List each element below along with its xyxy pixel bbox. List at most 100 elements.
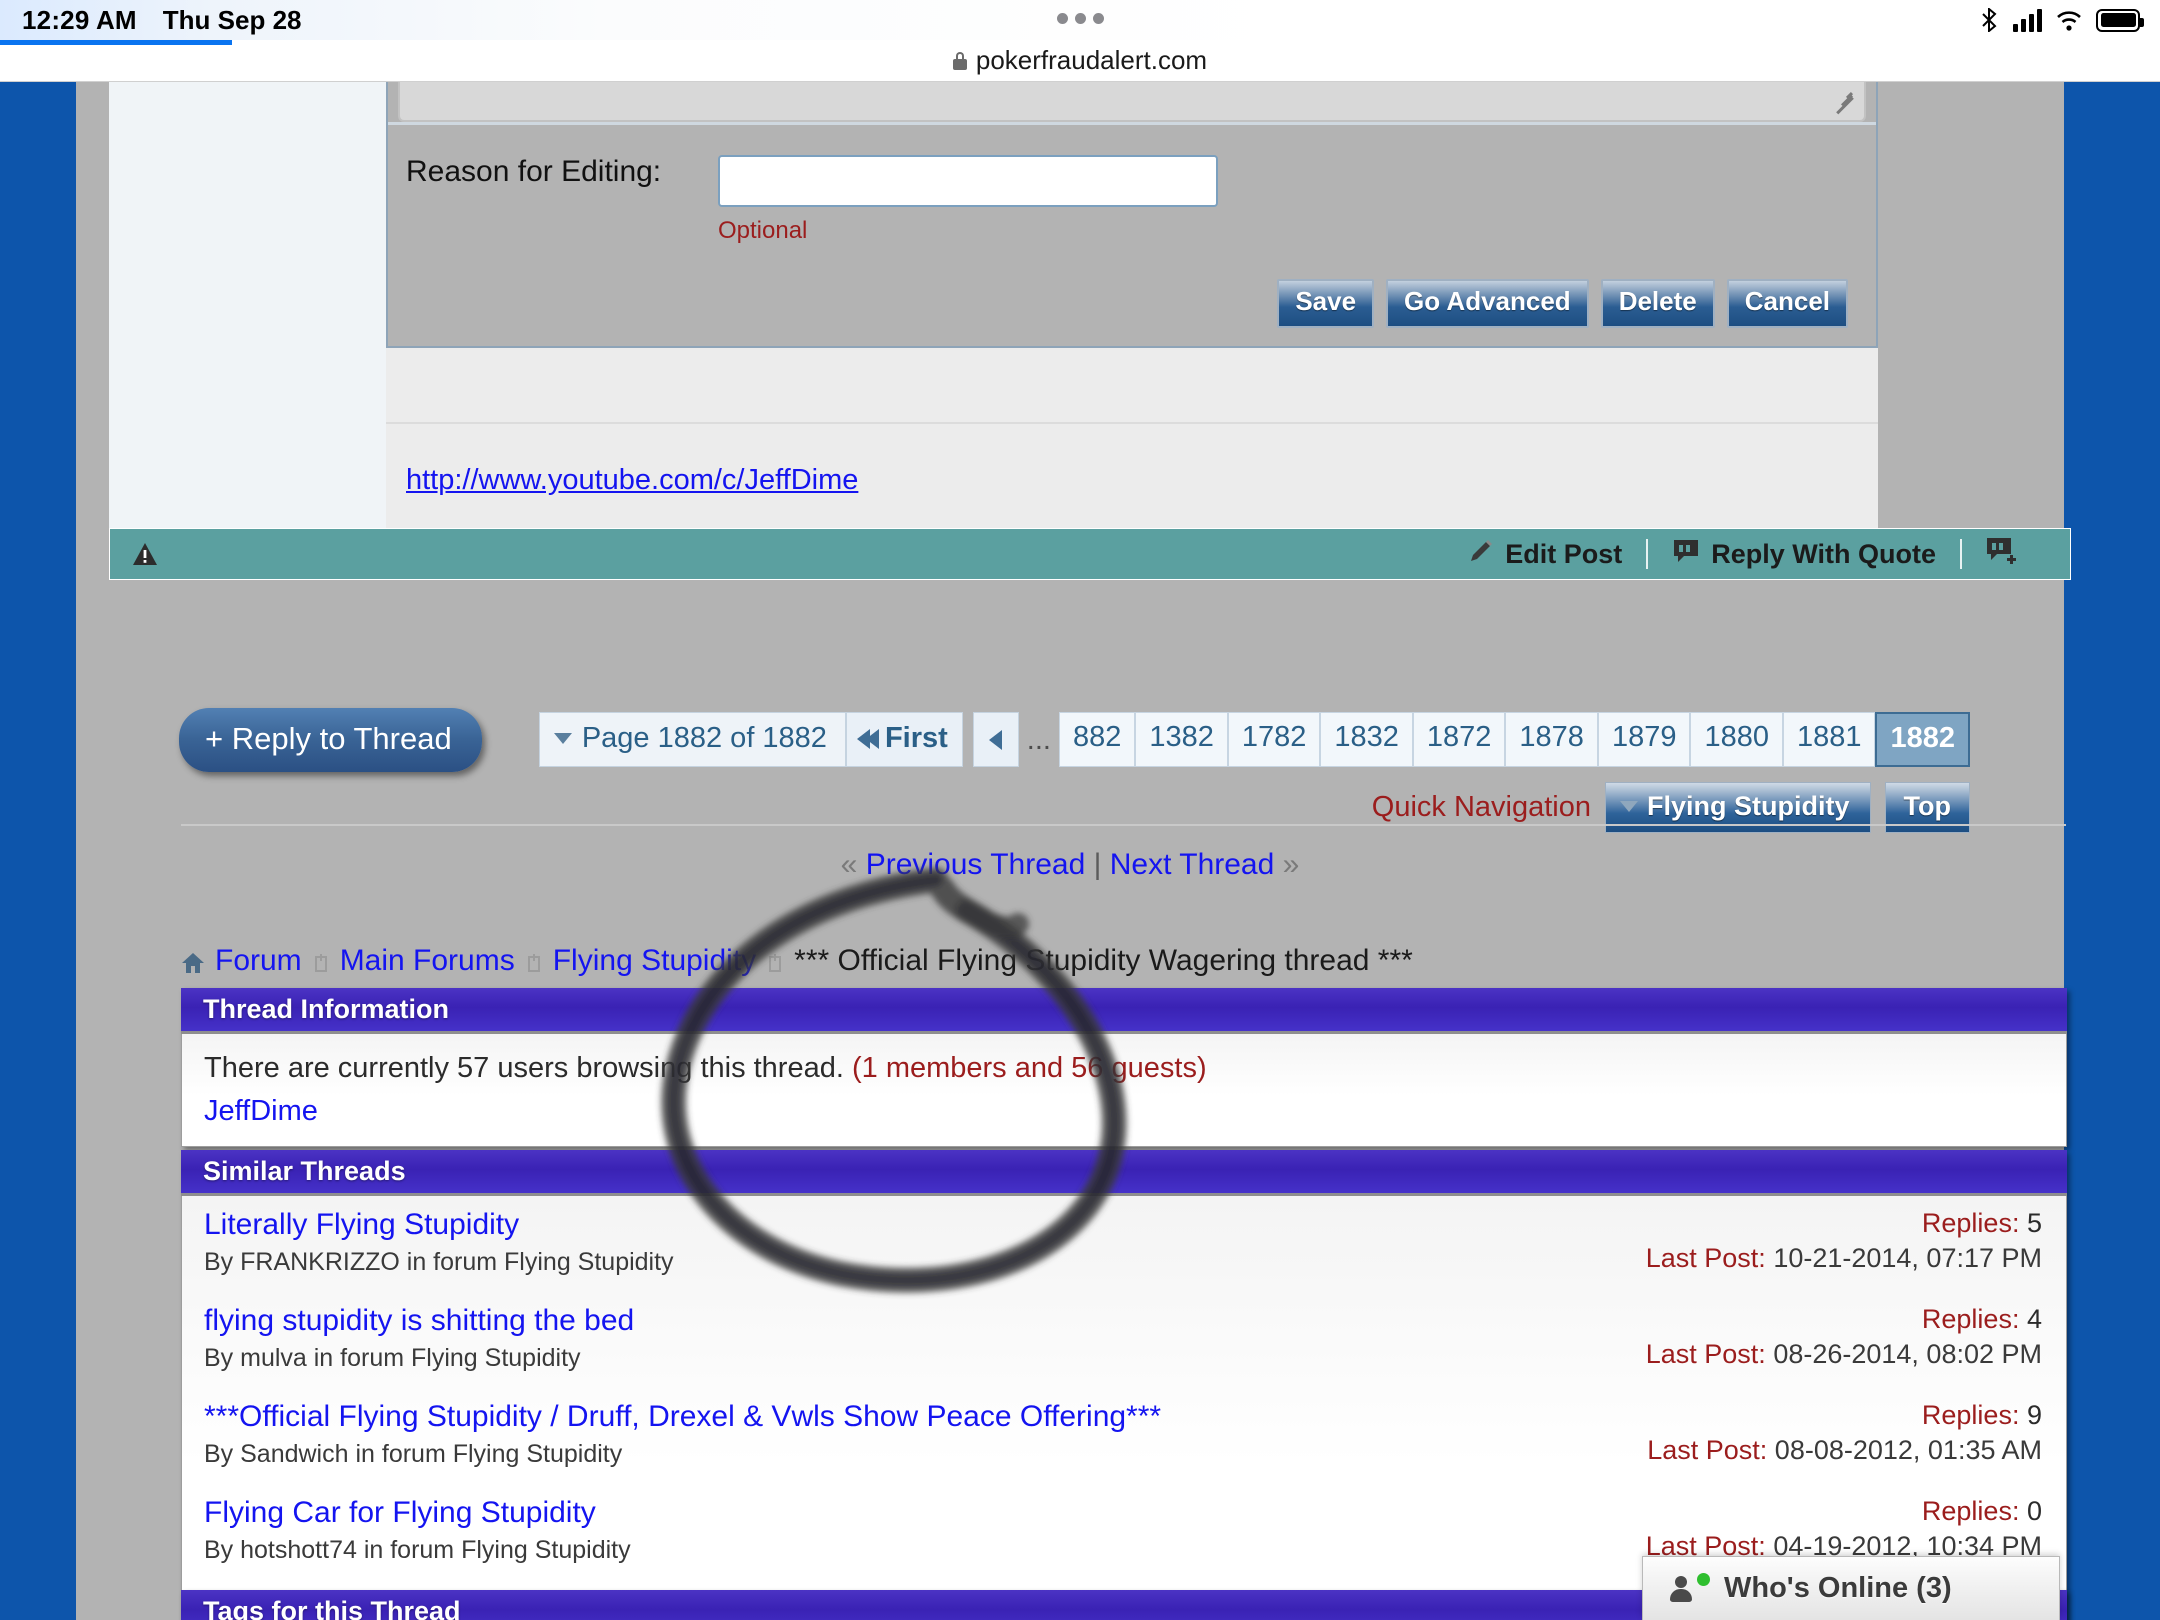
save-button[interactable]: Save bbox=[1277, 279, 1375, 328]
last-post-label: Last Post: bbox=[1647, 1435, 1768, 1465]
reason-for-editing-row: Reason for Editing: Optional bbox=[388, 122, 1876, 279]
edit-form-shell: Reason for Editing: Optional Save Go Adv… bbox=[386, 82, 1878, 348]
page-button-1879[interactable]: 1879 bbox=[1597, 712, 1691, 767]
reply-to-thread-button[interactable]: + Reply to Thread bbox=[179, 708, 482, 772]
page-button-882[interactable]: 882 bbox=[1058, 712, 1136, 767]
page-label-text: Page 1882 of 1882 bbox=[581, 722, 827, 754]
page-button-1881[interactable]: 1881 bbox=[1782, 712, 1876, 767]
similar-thread-link[interactable]: Flying Car for Flying Stupidity bbox=[204, 1496, 596, 1529]
post-left-column bbox=[109, 82, 386, 528]
page-selector-dropdown[interactable]: Page 1882 of 1882 bbox=[538, 712, 846, 767]
table-row: Literally Flying Stupidity By FRANKRIZZO… bbox=[182, 1196, 2066, 1292]
similar-threads-panel: Similar Threads Literally Flying Stupidi… bbox=[181, 1150, 2067, 1620]
similar-thread-meta: Replies: 0 Last Post: 04-19-2012, 10:34 … bbox=[1646, 1496, 2042, 1562]
whos-online-label: Who's Online (3) bbox=[1724, 1572, 1952, 1604]
browsing-member-link[interactable]: JeffDime bbox=[182, 1089, 2066, 1146]
last-post-info: Last Post: 08-26-2014, 08:02 PM bbox=[1646, 1339, 2042, 1370]
thread-nav-divider: | bbox=[1093, 848, 1102, 881]
go-advanced-button[interactable]: Go Advanced bbox=[1386, 279, 1589, 328]
last-post-label: Last Post: bbox=[1645, 1339, 1766, 1369]
edit-post-button[interactable]: Edit Post bbox=[1444, 538, 1646, 571]
page-button-1882-current[interactable]: 1882 bbox=[1875, 712, 1970, 767]
thread-information-panel: Thread Information There are currently 5… bbox=[181, 988, 2067, 1147]
breadcrumb-item-main-forums[interactable]: Main Forums bbox=[340, 944, 515, 978]
cellular-signal-icon bbox=[2013, 8, 2042, 32]
replies-count: Replies: 0 bbox=[1646, 1496, 2042, 1527]
browser-address-bar[interactable]: pokerfraudalert.com bbox=[0, 40, 2160, 82]
pencil-icon bbox=[1468, 538, 1494, 571]
breadcrumb-item-forum[interactable]: Forum bbox=[215, 944, 302, 978]
similar-threads-title: Similar Threads bbox=[181, 1150, 2067, 1196]
chevron-down-icon bbox=[1620, 801, 1639, 812]
breadcrumb-item-flying-stupidity[interactable]: Flying Stupidity bbox=[553, 944, 756, 978]
home-icon[interactable] bbox=[181, 949, 205, 973]
previous-thread-link[interactable]: Previous Thread bbox=[866, 848, 1086, 881]
next-thread-link[interactable]: Next Thread bbox=[1110, 848, 1275, 881]
url-text: pokerfraudalert.com bbox=[975, 45, 1208, 75]
similar-thread-link[interactable]: ***Official Flying Stupidity / Druff, Dr… bbox=[204, 1400, 1161, 1433]
breadcrumb: Forum Main Forums Flying Stupidity *** O… bbox=[181, 944, 1413, 978]
replies-label: Replies: bbox=[1921, 1496, 2020, 1526]
status-bar-center bbox=[0, 11, 2160, 29]
next-thread-chevron-icon: » bbox=[1282, 848, 1300, 881]
cancel-button[interactable]: Cancel bbox=[1726, 279, 1848, 328]
similar-thread-meta: Replies: 5 Last Post: 10-21-2014, 07:17 … bbox=[1646, 1208, 2042, 1274]
replies-count: Replies: 4 bbox=[1646, 1304, 2042, 1335]
reason-for-editing-label: Reason for Editing: bbox=[406, 155, 662, 188]
table-row: ***Official Flying Stupidity / Druff, Dr… bbox=[182, 1388, 2066, 1484]
lock-icon bbox=[952, 51, 967, 70]
multi-quote-button[interactable] bbox=[1962, 537, 2042, 572]
replies-label: Replies: bbox=[1921, 1400, 2020, 1430]
replies-value: 5 bbox=[2026, 1208, 2042, 1238]
post-signature-link[interactable]: http://www.youtube.com/c/JeffDime bbox=[386, 464, 858, 496]
thread-information-title: Thread Information bbox=[181, 988, 2067, 1034]
page-button-1782[interactable]: 1782 bbox=[1227, 712, 1321, 767]
page-button-1832[interactable]: 1832 bbox=[1320, 712, 1413, 767]
page-button-1382[interactable]: 1382 bbox=[1135, 712, 1228, 767]
status-bar-right bbox=[1978, 6, 2144, 34]
similar-thread-link[interactable]: Literally Flying Stupidity bbox=[204, 1208, 519, 1241]
replies-label: Replies: bbox=[1921, 1304, 2020, 1334]
arrow-left-icon bbox=[989, 729, 1003, 750]
similar-thread-meta: Replies: 9 Last Post: 08-08-2012, 01:35 … bbox=[1647, 1400, 2042, 1466]
warning-triangle-icon[interactable] bbox=[132, 542, 158, 566]
last-post-value: 08-08-2012, 01:35 AM bbox=[1774, 1435, 2042, 1465]
page-load-progress-bar bbox=[0, 40, 232, 45]
breadcrumb-current-thread: *** Official Flying Stupidity Wagering t… bbox=[794, 944, 1413, 977]
page-button-1878[interactable]: 1878 bbox=[1505, 712, 1598, 767]
ios-status-bar: 12:29 AM Thu Sep 28 bbox=[0, 0, 2160, 40]
reason-field-group: Optional bbox=[718, 155, 1218, 245]
reply-with-quote-label: Reply With Quote bbox=[1711, 538, 1936, 569]
post-action-bar: Edit Post Reply With Quote bbox=[109, 528, 2071, 580]
quick-navigation-forum-label: Flying Stupidity bbox=[1647, 791, 1850, 821]
similar-thread-link[interactable]: flying stupidity is shitting the bed bbox=[204, 1304, 634, 1337]
browsing-users-line: There are currently 57 users browsing th… bbox=[182, 1034, 2066, 1089]
replies-label: Replies: bbox=[1921, 1208, 2020, 1238]
last-post-info: Last Post: 10-21-2014, 07:17 PM bbox=[1646, 1243, 2042, 1274]
first-page-button[interactable]: First bbox=[845, 712, 963, 767]
similar-thread-meta: Replies: 4 Last Post: 08-26-2014, 08:02 … bbox=[1646, 1304, 2042, 1370]
replies-count: Replies: 5 bbox=[1646, 1208, 2042, 1239]
prev-thread-chevron-icon: « bbox=[840, 848, 858, 881]
quote-icon bbox=[1672, 538, 1700, 571]
horizontal-divider bbox=[181, 824, 2066, 826]
browsing-users-breakdown: (1 members and 56 guests) bbox=[851, 1052, 1207, 1084]
pagination-ellipsis: ... bbox=[1026, 724, 1051, 756]
textarea-resize-handle-icon[interactable] bbox=[1832, 88, 1858, 115]
last-post-value: 10-21-2014, 07:17 PM bbox=[1773, 1243, 2042, 1273]
previous-page-button[interactable] bbox=[972, 712, 1019, 767]
table-row: flying stupidity is shitting the bed By … bbox=[182, 1292, 2066, 1388]
quick-navigation-label: Quick Navigation bbox=[1371, 791, 1592, 823]
last-post-info: Last Post: 08-08-2012, 01:35 AM bbox=[1647, 1435, 2042, 1466]
last-post-value: 08-26-2014, 08:02 PM bbox=[1773, 1339, 2042, 1369]
optional-hint: Optional bbox=[718, 217, 808, 244]
page-button-1880[interactable]: 1880 bbox=[1690, 712, 1783, 767]
replies-value: 0 bbox=[2026, 1496, 2042, 1526]
reason-for-editing-input[interactable] bbox=[718, 155, 1218, 207]
bluetooth-icon bbox=[1978, 6, 2000, 34]
battery-icon bbox=[2096, 8, 2144, 32]
delete-button[interactable]: Delete bbox=[1600, 279, 1715, 328]
whos-online-widget[interactable]: Who's Online (3) bbox=[1642, 1556, 2060, 1620]
page-button-1872[interactable]: 1872 bbox=[1412, 712, 1506, 767]
reply-with-quote-button[interactable]: Reply With Quote bbox=[1648, 538, 1960, 571]
